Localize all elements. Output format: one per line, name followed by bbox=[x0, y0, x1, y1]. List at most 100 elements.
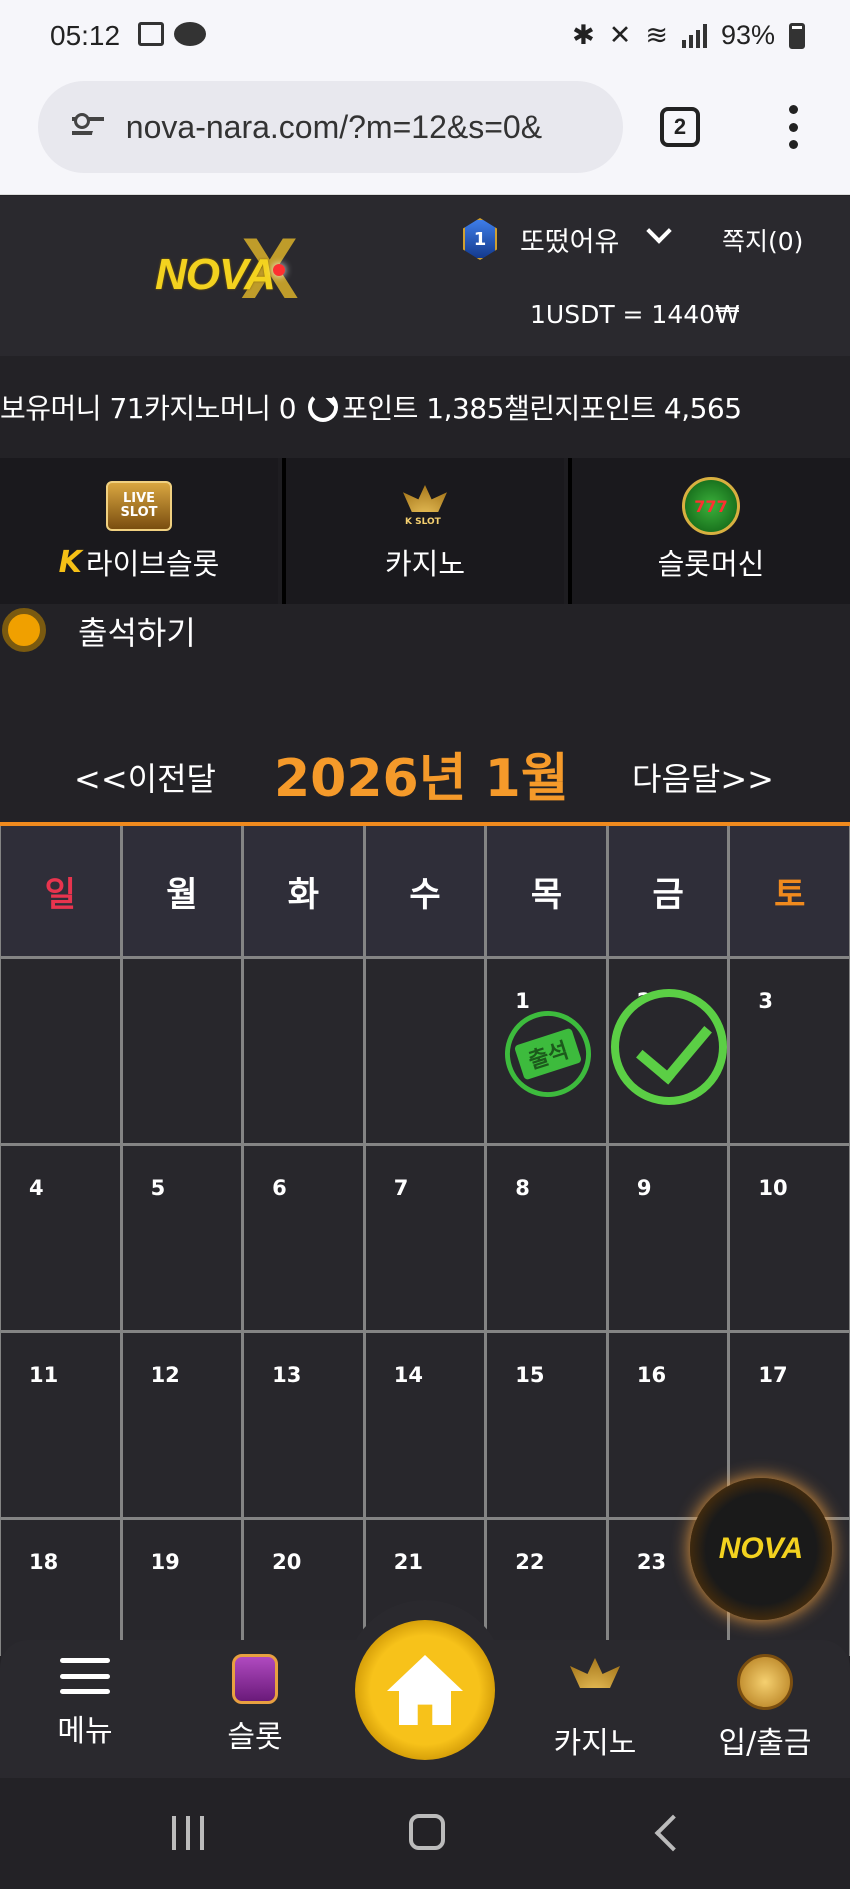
nav-casino[interactable]: 카지노 bbox=[520, 1654, 670, 1762]
calendar-day[interactable] bbox=[365, 959, 485, 1143]
calendar-day[interactable] bbox=[244, 959, 363, 1143]
refresh-icon[interactable] bbox=[308, 392, 339, 422]
nav-menu[interactable]: 메뉴 bbox=[10, 1654, 160, 1750]
day-number: 13 bbox=[272, 1363, 302, 1387]
calendar-day[interactable]: 12 bbox=[122, 1333, 242, 1517]
calendar-day[interactable]: 7 bbox=[365, 1146, 485, 1330]
weekday-header: 목 bbox=[487, 826, 606, 956]
day-number: 5 bbox=[150, 1176, 166, 1200]
stamp-label: 출석 bbox=[513, 1027, 583, 1081]
balance-bar: 보유머니 71 카지노머니 0 포인트 1,385 챌린지포인트 4,565 bbox=[0, 356, 850, 458]
day-number: 15 bbox=[515, 1363, 545, 1387]
day-number: 1 bbox=[515, 989, 530, 1013]
messages-link[interactable]: 쪽지(0) bbox=[722, 222, 803, 258]
calendar-day[interactable]: 15 bbox=[487, 1333, 606, 1517]
calendar-day[interactable]: 4 bbox=[1, 1146, 120, 1330]
k-logo-icon: K bbox=[58, 544, 82, 580]
category-live-slot[interactable]: LIVE SLOT K 라이브슬롯 bbox=[0, 458, 278, 604]
day-number: 12 bbox=[150, 1363, 180, 1387]
nav-slot[interactable]: 슬롯 bbox=[180, 1654, 330, 1756]
bluetooth-icon: ✱ bbox=[572, 20, 595, 50]
kslot-lotus-icon bbox=[562, 1654, 628, 1710]
calendar-day[interactable]: 8 bbox=[487, 1146, 606, 1330]
calendar-day[interactable]: 6 bbox=[244, 1146, 363, 1330]
category-label: 슬롯머신 bbox=[657, 547, 765, 581]
recents-icon[interactable] bbox=[172, 1816, 204, 1850]
calendar-day[interactable]: 1 출석 bbox=[487, 959, 606, 1143]
month-title: 2026년 1월 bbox=[274, 749, 569, 809]
category-casino[interactable]: 카지노 bbox=[282, 458, 564, 604]
back-icon[interactable] bbox=[654, 1814, 692, 1852]
day-number: 11 bbox=[29, 1363, 59, 1387]
check-circle-icon bbox=[610, 989, 727, 1105]
exchange-rate: 1USDT = 1440₩ bbox=[530, 300, 740, 329]
day-number: 7 bbox=[393, 1176, 409, 1200]
coins-icon bbox=[737, 1654, 793, 1710]
username-dropdown[interactable]: 또떴어유 bbox=[520, 220, 619, 259]
home-button[interactable] bbox=[355, 1620, 495, 1760]
calendar-day[interactable] bbox=[122, 959, 242, 1143]
calendar-day[interactable]: 5 bbox=[122, 1146, 242, 1330]
system-nav-bar bbox=[0, 1778, 850, 1889]
next-month-link[interactable]: 다음달>> bbox=[632, 754, 774, 800]
floating-nova-button[interactable]: NOVA bbox=[690, 1478, 832, 1620]
day-number: 14 bbox=[393, 1363, 423, 1387]
calendar-day[interactable]: 10 bbox=[730, 1146, 849, 1330]
url-text[interactable]: nova-nara.com/?m=12&s=0& bbox=[126, 109, 623, 146]
address-bar[interactable]: nova-nara.com/?m=12&s=0& bbox=[38, 81, 623, 173]
nav-menu-label: 메뉴 bbox=[57, 1714, 113, 1749]
tab-switcher-button[interactable]: 2 bbox=[660, 107, 700, 147]
weekday-header: 토 bbox=[730, 826, 849, 956]
calendar-day[interactable]: 16 bbox=[608, 1333, 728, 1517]
nova-logo[interactable]: X NOVA bbox=[155, 226, 345, 326]
day-number: 16 bbox=[636, 1363, 667, 1387]
attendance-title: 출석하기 bbox=[78, 614, 196, 652]
day-number: 23 bbox=[636, 1550, 667, 1574]
slot-machine-icon bbox=[232, 1654, 278, 1704]
system-home-icon[interactable] bbox=[409, 1814, 445, 1850]
hamburger-icon bbox=[60, 1654, 110, 1698]
day-number: 4 bbox=[29, 1176, 44, 1200]
day-number: 19 bbox=[150, 1550, 180, 1574]
weekday-header: 금 bbox=[608, 826, 728, 956]
day-number: 20 bbox=[272, 1550, 302, 1574]
mute-icon: ✕ bbox=[608, 20, 632, 50]
more-menu-icon[interactable] bbox=[787, 105, 799, 149]
day-number: 18 bbox=[29, 1550, 59, 1574]
calendar-day[interactable]: 9 bbox=[608, 1146, 728, 1330]
day-number: 6 bbox=[272, 1176, 287, 1200]
nav-deposit[interactable]: 입/출금 bbox=[690, 1654, 840, 1762]
live-slot-icon: LIVE SLOT bbox=[106, 481, 172, 531]
floating-logo-text: NOVA bbox=[718, 1532, 804, 1565]
rank-badge-icon: 1 bbox=[463, 218, 497, 260]
day-number: 21 bbox=[393, 1550, 423, 1574]
category-label: 카지노 bbox=[384, 547, 466, 581]
calendar-day[interactable] bbox=[1, 959, 120, 1143]
signal-icon bbox=[681, 23, 707, 48]
weekday-header: 수 bbox=[365, 826, 485, 956]
attendance-section: 출석하기 <<이전달 2026년 1월 다음달>> bbox=[0, 604, 850, 824]
weekday-header: 화 bbox=[244, 826, 363, 956]
day-number: 8 bbox=[515, 1176, 530, 1200]
calendar-day[interactable]: 2 bbox=[608, 959, 728, 1143]
calendar-day[interactable]: 13 bbox=[244, 1333, 363, 1517]
calendar-day[interactable]: 14 bbox=[365, 1333, 485, 1517]
chevron-down-icon[interactable] bbox=[646, 218, 672, 244]
casino-money: 카지노머니 0 bbox=[144, 392, 297, 425]
day-number: 9 bbox=[636, 1176, 652, 1200]
prev-month-link[interactable]: <<이전달 bbox=[74, 754, 216, 800]
status-right: ✱ ✕ ≋ 93% bbox=[572, 20, 805, 51]
site-settings-icon[interactable] bbox=[72, 113, 108, 141]
battery-icon bbox=[789, 22, 805, 49]
calendar-day[interactable]: 11 bbox=[1, 1333, 120, 1517]
nav-casino-label: 카지노 bbox=[553, 1726, 637, 1761]
home-icon bbox=[387, 1655, 463, 1725]
calendar-day[interactable]: 3 bbox=[730, 959, 849, 1143]
day-number: 17 bbox=[758, 1363, 788, 1387]
day-number: 3 bbox=[758, 989, 774, 1013]
category-slot-machine[interactable]: 777 슬롯머신 bbox=[568, 458, 850, 604]
nav-slot-label: 슬롯 bbox=[227, 1720, 283, 1755]
day-number: 22 bbox=[515, 1550, 545, 1574]
points: 포인트 1,385 bbox=[342, 392, 504, 425]
status-time: 05:12 bbox=[50, 20, 121, 51]
